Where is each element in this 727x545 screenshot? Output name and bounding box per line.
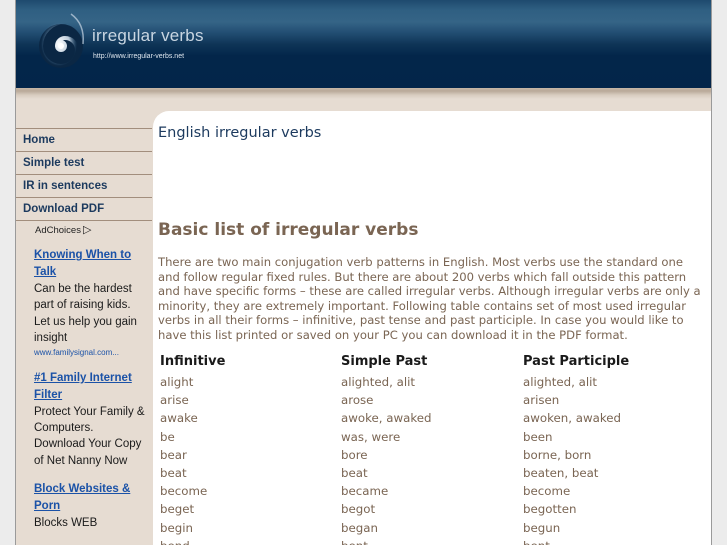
table-row: alight alighted, alit alighted, alit	[158, 373, 703, 391]
page: irregular verbs http://www.irregular-ver…	[15, 0, 712, 545]
cell-infinitive: arise	[160, 393, 189, 408]
nav-item-simple-test[interactable]: Simple test	[16, 151, 152, 174]
verbs-table: Infinitive Simple Past Past Participle a…	[158, 352, 703, 545]
table-row: bear bore borne, born	[158, 446, 703, 464]
cell-simple-past: alighted, alit	[341, 375, 416, 390]
header-simple-past: Simple Past	[341, 353, 428, 369]
cell-past-participle: begotten	[523, 502, 577, 517]
cell-past-participle: bent	[521, 537, 703, 545]
cell-past-participle: awoken, awaked	[523, 411, 622, 426]
ad-choices[interactable]: AdChoices ▷	[35, 223, 91, 236]
cell-simple-past: became	[341, 484, 389, 499]
site-url: http://www.irregular-verbs.net	[93, 53, 185, 60]
table-body: alight alighted, alit alighted, alit arise a…	[158, 373, 703, 545]
ad-title-link[interactable]: Knowing When to Talk	[34, 247, 146, 281]
ad-item: #1 Family Internet Filter Protect Your F…	[34, 370, 146, 470]
cell-past-participle: begun	[523, 520, 561, 535]
cell-infinitive: beat	[160, 466, 187, 481]
nav-item-home[interactable]: Home	[16, 128, 152, 151]
ad-body: Can be the hardest part of raising kids.…	[34, 283, 137, 345]
cell-infinitive: beget	[160, 502, 195, 517]
ad-item: Block Websites & Porn Blocks WEB	[34, 481, 146, 531]
table-row: begin began begun	[158, 519, 703, 537]
cell-past-participle: been	[523, 429, 553, 444]
ad-title-link[interactable]: Block Websites & Porn	[34, 481, 146, 515]
site-title[interactable]: irregular verbs	[92, 26, 204, 46]
cell-simple-past: began	[341, 520, 378, 535]
site-header: irregular verbs http://www.irregular-ver…	[16, 0, 711, 88]
header-stripe	[16, 88, 711, 112]
cell-past-participle: alighted, alit	[523, 375, 598, 390]
ad-body: Blocks WEB	[34, 517, 98, 530]
cell-infinitive: bear	[160, 447, 187, 462]
cell-simple-past: was, were	[341, 429, 401, 444]
ad-body: Protect Your Family & Computers. Downloa…	[34, 405, 145, 467]
table-row: be was, were been	[158, 428, 703, 446]
cell-simple-past: awoke, awaked	[341, 411, 432, 426]
section-title: Basic list of irregular verbs	[158, 220, 419, 240]
nav-item-ir-in-sentences[interactable]: IR in sentences	[16, 174, 152, 197]
main-content: English irregular verbs Basic list of ir…	[153, 111, 711, 545]
ad-url[interactable]: www.familysignal.com...	[34, 347, 146, 358]
table-row: beat beat beaten, beat	[158, 464, 703, 482]
sidebar-nav: Home Simple test IR in sentences Downloa…	[16, 128, 152, 221]
cell-past-participle: borne, born	[523, 447, 592, 462]
cell-infinitive: alight	[160, 375, 194, 390]
cell-past-participle: beaten, beat	[523, 466, 599, 481]
table-header-row: Infinitive Simple Past Past Participle	[158, 352, 703, 373]
sidebar-ads: Knowing When to Talk Can be the hardest …	[34, 247, 146, 544]
header-infinitive: Infinitive	[160, 353, 226, 369]
table-row: awake awoke, awaked awoken, awaked	[158, 409, 703, 427]
cell-infinitive: begin	[160, 520, 193, 535]
ad-choices-icon: ▷	[82, 224, 92, 236]
ad-title-link[interactable]: #1 Family Internet Filter	[34, 370, 146, 404]
cell-simple-past: begot	[341, 502, 376, 517]
table-row: beget begot begotten	[158, 500, 703, 518]
cell-infinitive: become	[160, 484, 208, 499]
ad-choices-label: AdChoices	[35, 225, 81, 236]
cell-infinitive: awake	[160, 411, 198, 426]
cell-past-participle: arisen	[523, 393, 560, 408]
cell-simple-past: beat	[341, 466, 368, 481]
spiral-logo-icon[interactable]	[33, 8, 93, 78]
ad-item: Knowing When to Talk Can be the hardest …	[34, 247, 146, 358]
nav-item-download-pdf[interactable]: Download PDF	[16, 197, 152, 221]
intro-paragraph: There are two main conjugation verb patt…	[158, 255, 701, 342]
table-row: arise arose arisen	[158, 391, 703, 409]
table-row: bendbentbent	[158, 537, 703, 545]
cell-simple-past: bent	[339, 537, 521, 545]
cell-infinitive: bend	[158, 537, 339, 545]
cell-simple-past: bore	[341, 447, 368, 462]
cell-past-participle: become	[523, 484, 571, 499]
cell-simple-past: arose	[341, 393, 374, 408]
cell-infinitive: be	[160, 429, 175, 444]
page-title: English irregular verbs	[158, 125, 322, 141]
table-row: become became become	[158, 482, 703, 500]
header-past-participle: Past Participle	[523, 353, 630, 369]
